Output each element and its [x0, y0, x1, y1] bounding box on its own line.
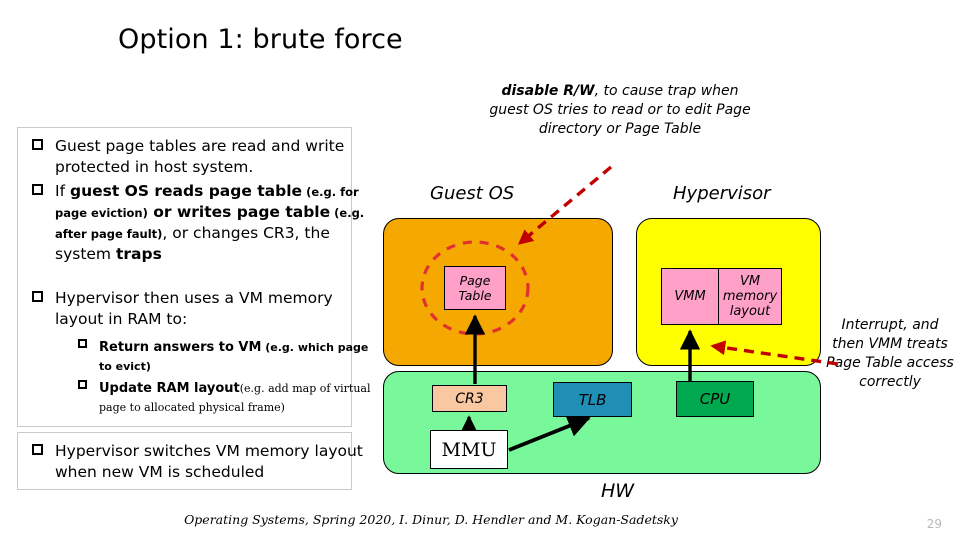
sub-bullet-emphasis: Update RAM layout	[99, 381, 240, 396]
cr3-box: CR3	[432, 385, 507, 412]
footer-credit: Operating Systems, Spring 2020, I. Dinur…	[184, 512, 678, 527]
list-item: Hypervisor switches VM memory layout whe…	[24, 441, 375, 483]
bullet-panel-secondary: Hypervisor switches VM memory layout whe…	[17, 432, 363, 490]
bullet-emphasis-1: guest OS reads page table	[69, 182, 303, 200]
bullet-lead: If	[55, 182, 70, 200]
slide-canvas: Option 1: brute force Guest page tables …	[0, 0, 960, 540]
bullet-text: Hypervisor switches VM memory layout whe…	[55, 442, 363, 481]
bullet-text: Guest page tables are read and write pro…	[55, 137, 345, 176]
page-table-box: Page Table	[444, 266, 506, 310]
bullet-square-icon	[32, 139, 43, 150]
bullet-emphasis-3: traps	[115, 245, 162, 263]
diagram-label-guest-os: Guest OS	[430, 183, 515, 204]
vm-memory-layout-box: VM memory layout	[718, 268, 782, 325]
bullet-text: Hypervisor then uses a VM memory layout …	[55, 289, 333, 328]
bullet-square-icon	[32, 291, 43, 302]
vmm-box: VMM	[661, 268, 719, 325]
bullet-square-icon	[78, 339, 87, 348]
sub-bullet-emphasis: Return answers to VM	[99, 340, 262, 355]
list-item: Hypervisor then uses a VM memory layout …	[24, 288, 373, 330]
bullet-panel-main: Guest page tables are read and write pro…	[17, 127, 371, 427]
list-item: If guest OS reads page table (e.g. for p…	[24, 181, 377, 264]
bullet-emphasis-2: or writes page table	[147, 203, 331, 221]
list-item-sub: Return answers to VM (e.g. which page to…	[68, 337, 374, 375]
page-number: 29	[926, 517, 942, 531]
mmu-box: MMU	[430, 430, 508, 469]
list-item: Guest page tables are read and write pro…	[24, 136, 373, 178]
annotation-interrupt: Interrupt, and then VMM treats Page Tabl…	[826, 317, 954, 390]
page-title: Option 1: brute force	[118, 24, 403, 55]
annotation-emphasis: disable R/W	[501, 83, 595, 99]
list-item-sub: Update RAM layout(e.g. add map of virtua…	[68, 378, 379, 416]
bullet-square-icon	[78, 380, 87, 389]
diagram-label-hw: HW	[601, 480, 635, 502]
bullet-square-icon	[32, 184, 43, 195]
tlb-box: TLB	[553, 382, 632, 417]
annotation-disable-rw: disable R/W, to cause trap when guest OS…	[480, 82, 760, 139]
bullet-square-icon	[32, 444, 43, 455]
cpu-box: CPU	[676, 381, 754, 417]
diagram-label-hypervisor: Hypervisor	[673, 183, 771, 204]
